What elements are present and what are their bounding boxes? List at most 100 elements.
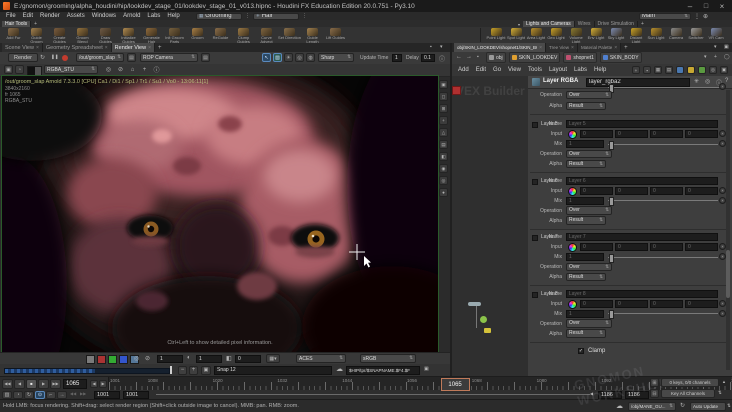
stop-render-icon[interactable]	[62, 55, 68, 61]
update-path-selector[interactable]: /obj/MANE_GU... ⇅	[628, 402, 676, 411]
snapshot-name-field[interactable]: Snap 12	[214, 365, 332, 375]
gamma-field[interactable]: 1	[196, 354, 222, 363]
menu-help[interactable]: Help	[167, 12, 179, 20]
frame-step-back-icon[interactable]: ◀	[90, 379, 98, 388]
shelf-tool-lift-guides[interactable]: Lift Guides	[324, 27, 347, 43]
menu-dots-icon[interactable]: ⋮	[694, 13, 700, 20]
camera-snapshot-icon[interactable]: ▣	[201, 365, 211, 375]
add-desktop-icon[interactable]: ⊕	[703, 13, 708, 20]
close-button[interactable]: ×	[716, 2, 728, 11]
pane-tab-geometry-spreadsheet[interactable]: Geometry Spreadsheet ×	[42, 43, 112, 52]
close-icon[interactable]: ×	[571, 45, 574, 51]
input-component-field[interactable]: 0	[650, 130, 683, 138]
play-reverse-icon[interactable]: ◀	[14, 378, 25, 389]
update-cloud-icon[interactable]: ☁	[616, 402, 623, 410]
input-component-field[interactable]: 0	[650, 243, 683, 251]
alpha-selector[interactable]: Result ⇅	[566, 329, 606, 338]
path-pin-icon[interactable]: ▪	[477, 54, 479, 60]
path-chip-skin_body[interactable]: SKIN_BODY	[599, 52, 642, 63]
timeline-ruler[interactable]: 1001100810201032104410561068108010921104…	[108, 377, 732, 391]
shelf-tool-sun-light[interactable]: Sun Light	[646, 27, 666, 43]
color-wheel-swatch[interactable]	[568, 299, 577, 309]
update-time-field[interactable]: 1	[392, 53, 402, 62]
pane-menu-icon[interactable]: ▾	[440, 44, 443, 50]
netmenu-go[interactable]: Go	[493, 64, 501, 76]
pane-tab-render-view[interactable]: Render View ×	[111, 43, 155, 52]
operation-selector[interactable]: Over ⇅	[566, 149, 612, 158]
shelf-tool-camera[interactable]: Camera	[666, 27, 686, 43]
step-options-icon[interactable]: →	[57, 390, 67, 399]
color-wheel-swatch[interactable]	[568, 243, 577, 252]
shelf-tool-point-light[interactable]: Point Light	[486, 27, 506, 43]
jump-start-icon[interactable]: ◀◀	[2, 378, 13, 389]
current-frame-field[interactable]: 1065	[63, 378, 87, 389]
magnify-icon[interactable]: ◎	[295, 53, 304, 62]
keys-icon[interactable]: ⊞	[650, 378, 659, 387]
cloud-icon[interactable]: ☁	[336, 365, 343, 373]
pane-tab-material-palette[interactable]: Material Palette ×	[577, 43, 622, 52]
render-image[interactable]	[1, 75, 439, 353]
color-wheel-swatch[interactable]	[568, 130, 577, 139]
shelf-scroll-icon[interactable]: ▾	[518, 22, 520, 27]
gear-icon[interactable]: ✳	[719, 309, 726, 317]
pixel-info-icon[interactable]: ⓘ	[152, 65, 161, 74]
input-component-field[interactable]: 0	[580, 130, 613, 138]
nav-forward-icon[interactable]: →	[466, 54, 472, 60]
netmenu-tools[interactable]: Tools	[528, 64, 542, 76]
display-options-icon[interactable]: ▣	[439, 80, 448, 89]
camera-chooser-icon[interactable]: ▤	[201, 53, 210, 62]
home-view-icon[interactable]: ⌂	[128, 65, 137, 74]
snapshot-minus-button[interactable]: −	[178, 365, 187, 375]
mix-slider[interactable]	[608, 253, 718, 263]
path-add-icon[interactable]: +	[714, 54, 717, 60]
channel-swatch-1[interactable]	[97, 355, 106, 364]
stop-icon[interactable]: ■	[26, 378, 37, 389]
desktop-tab-grooming[interactable]: ▦ Grooming	[196, 12, 242, 20]
shelf-tool-curve-advect[interactable]: Curve Advect	[255, 27, 278, 43]
range-start-field[interactable]: 1001	[94, 390, 120, 399]
quality-selector[interactable]: Sharp ⇅	[318, 53, 354, 62]
network-editor[interactable]: VEX Builder	[452, 76, 529, 376]
snapshot-scrubber[interactable]	[4, 368, 170, 374]
offset-field[interactable]: 0	[235, 354, 261, 363]
monitor-icon[interactable]: ▦▾	[266, 354, 280, 363]
input-component-field[interactable]: 0	[580, 243, 613, 251]
key-all-button[interactable]: Key All Channels	[661, 389, 715, 398]
input-component-field[interactable]: 0	[685, 186, 718, 195]
add-pane-tab-icon[interactable]: +	[624, 45, 628, 51]
pan-view-icon[interactable]: +	[140, 65, 149, 74]
close-icon[interactable]: ×	[105, 45, 108, 51]
shelf-tool-volume-light[interactable]: Volume Light	[566, 27, 586, 43]
no-scale-icon[interactable]: ⊘	[116, 65, 125, 74]
snapshot-plus-button[interactable]: +	[189, 365, 198, 375]
tools-icon[interactable]: +	[632, 66, 640, 74]
shelf-tool-draw-guides[interactable]: Draw Guides	[94, 27, 117, 43]
scrubber-handle[interactable]	[170, 366, 172, 374]
mix-field[interactable]: 1	[566, 253, 604, 261]
mix-slider[interactable]	[608, 310, 718, 319]
ocio-selector[interactable]: ACES ⇅	[296, 354, 346, 363]
list-icon[interactable]: ▤	[665, 66, 673, 74]
grid-icon[interactable]: ▦	[654, 66, 662, 74]
node-yellow[interactable]	[484, 328, 491, 333]
shelf-tool-add-fur[interactable]: Add Fur	[2, 27, 25, 43]
channel-swatch-2[interactable]	[108, 355, 117, 364]
input-component-field[interactable]: 0	[685, 243, 718, 251]
auto-update-selector[interactable]: Auto Update	[690, 402, 726, 411]
mix-field[interactable]: 1	[566, 309, 604, 318]
path-chip-skin_lookdev[interactable]: SKIN_LOOKDEV	[508, 52, 561, 63]
pane-tab-scene-view[interactable]: Scene View ×	[2, 43, 43, 52]
snap-yellow-icon[interactable]	[687, 66, 695, 74]
operation-selector[interactable]: Over ⇅	[566, 90, 612, 99]
snapshot-path-field[interactable]: $HIP/tpr/$SNAPNAME.$F4.$F	[346, 365, 420, 375]
input-component-field[interactable]: 0	[650, 299, 683, 308]
shelf-tool-env-light[interactable]: Env Light	[586, 27, 606, 43]
jump-end-icon[interactable]: ▶▶	[50, 378, 61, 389]
pane-tab-obj-skin-lookdev-shopnet1-skin-body[interactable]: obj/SKIN_LOOKDEV/shopnet1/SKIN_BODY ×	[454, 43, 546, 52]
layer-name-field[interactable]: Layer 7	[566, 233, 718, 241]
rop-chooser-icon[interactable]: ▤	[127, 53, 136, 62]
error-node[interactable]	[452, 86, 461, 95]
desktop-tab-hair[interactable]: ✳ Hair	[253, 12, 299, 20]
shelf-tool-switcher[interactable]: Switcher	[686, 27, 706, 43]
shelf-tool-geo-light[interactable]: Geo Light	[546, 27, 566, 43]
